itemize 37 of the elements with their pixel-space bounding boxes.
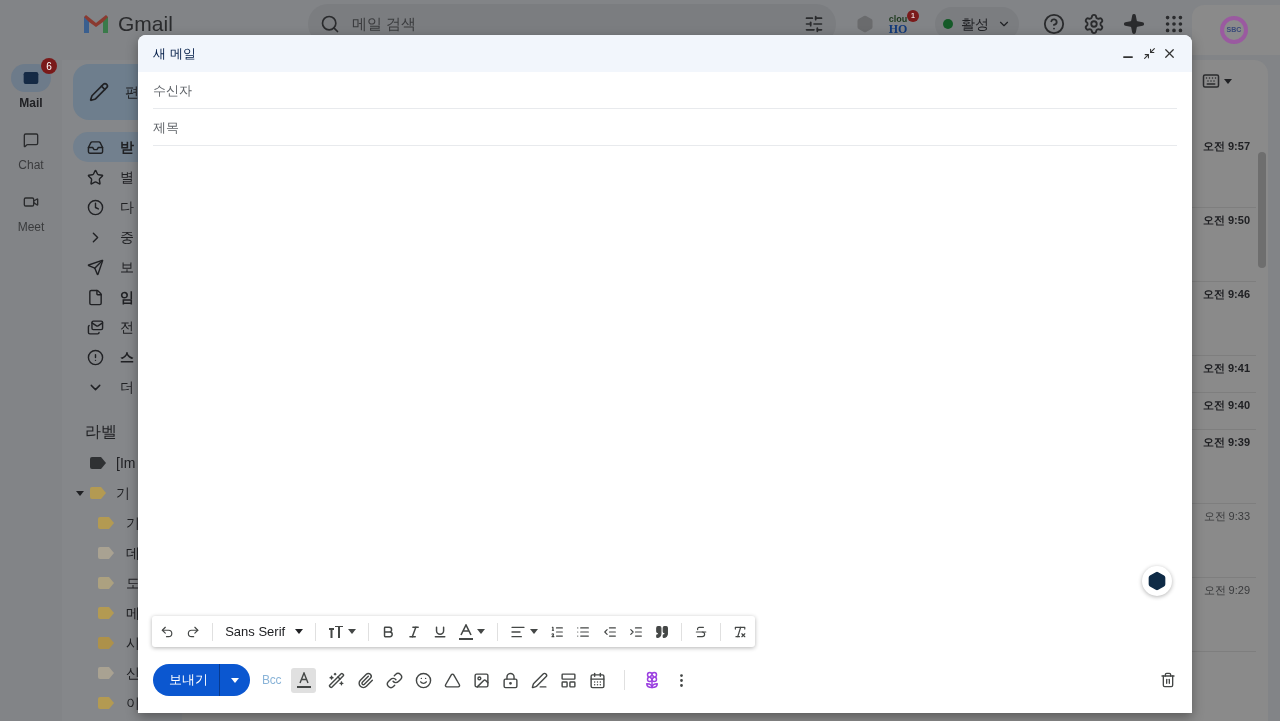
label-item[interactable]: 기 bbox=[62, 508, 182, 538]
unread-badge: 6 bbox=[41, 58, 57, 74]
send-button[interactable]: 보내기 bbox=[153, 664, 219, 696]
labels-heading: 라벨 bbox=[85, 422, 118, 442]
nav-item[interactable]: 별 bbox=[73, 162, 182, 192]
rail-item[interactable]: 6 Mail bbox=[4, 58, 58, 112]
dialog-title: 새 메일 bbox=[153, 44, 196, 63]
mail-time: 오전 9:41 bbox=[1202, 361, 1250, 376]
bcc-icon[interactable]: Bcc bbox=[262, 671, 282, 689]
nav-item[interactable]: 임 bbox=[73, 282, 182, 312]
subject-field[interactable]: 제목 bbox=[153, 109, 1177, 146]
mail-time: 오전 9:33 bbox=[1203, 509, 1250, 524]
label-item[interactable]: 메 bbox=[62, 598, 182, 628]
mail-time: 오전 9:29 bbox=[1203, 583, 1250, 598]
rail-item[interactable]: Chat bbox=[4, 120, 58, 174]
rail-item[interactable]: Meet bbox=[4, 182, 58, 236]
nav-item[interactable]: 다 bbox=[73, 192, 182, 222]
nav-item[interactable]: 더 bbox=[73, 372, 182, 402]
nav-item[interactable]: 중 bbox=[73, 222, 182, 252]
mail-time: 오전 9:39 bbox=[1202, 435, 1250, 450]
addon-logo[interactable]: clou HO bbox=[886, 14, 910, 34]
recipient-field[interactable]: 수신자 bbox=[153, 72, 1177, 109]
nav-item[interactable]: 스 bbox=[73, 342, 182, 372]
notification-badge: 1 bbox=[907, 10, 919, 22]
mail-time: 오전 9:50 bbox=[1202, 213, 1250, 228]
label-item[interactable]: 기 bbox=[62, 478, 182, 508]
gmail-logo-text: Gmail bbox=[118, 12, 173, 36]
label-item[interactable]: 데 bbox=[62, 538, 182, 568]
mail-time: 오전 9:40 bbox=[1202, 398, 1250, 413]
nav-item[interactable]: 보 bbox=[73, 252, 182, 282]
label-item[interactable]: [Im bbox=[62, 448, 182, 478]
mail-time: 오전 9:57 bbox=[1202, 139, 1250, 154]
nav-item[interactable]: 전 bbox=[73, 312, 182, 342]
label-item[interactable]: 도 bbox=[62, 568, 182, 598]
label-item[interactable]: 시 bbox=[62, 628, 182, 658]
mail-time: 오전 9:46 bbox=[1202, 287, 1250, 302]
font-dropdown[interactable]: Sans Serif bbox=[225, 621, 304, 642]
